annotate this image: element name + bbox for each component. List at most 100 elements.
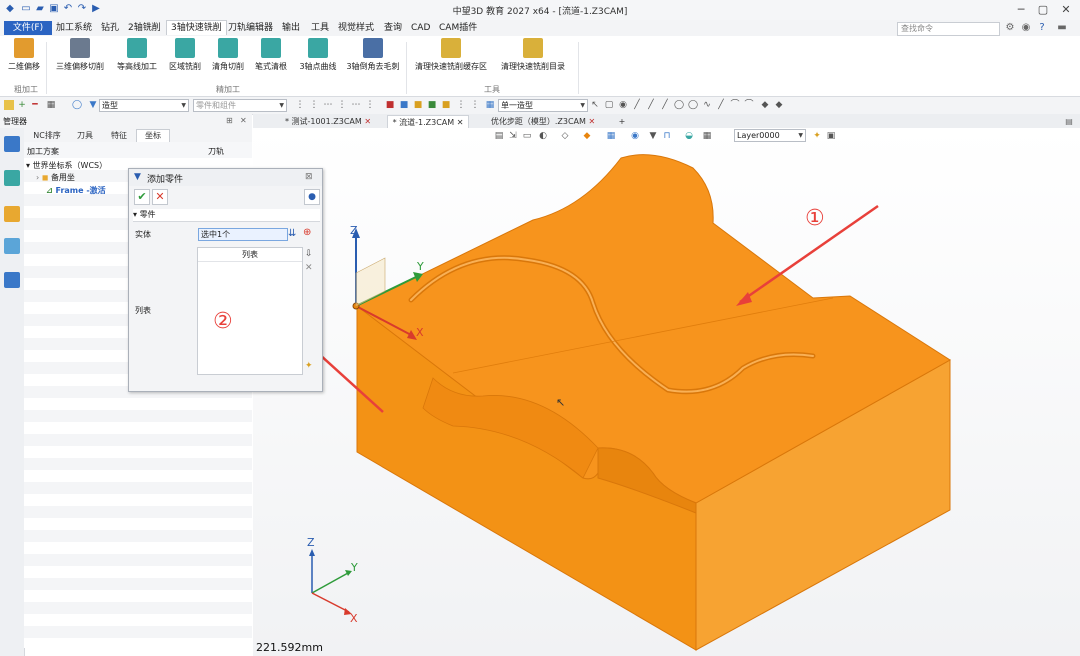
tab-tools[interactable]: 刀具: [70, 130, 100, 142]
snap-icon-12[interactable]: ⋮: [456, 100, 466, 110]
close-panel-icon[interactable]: ✕: [240, 116, 247, 125]
view-icon-3[interactable]: ▭: [522, 131, 532, 141]
ok-button[interactable]: ✔: [134, 189, 150, 205]
funnel-icon[interactable]: ▼: [88, 100, 98, 110]
model-canvas[interactable]: [253, 128, 1080, 656]
ribbon-contour-button[interactable]: 等高线加工: [112, 38, 162, 72]
doc-tab-runner[interactable]: * 流道-1.Z3CAM ✕: [387, 115, 469, 129]
ribbon-corner-clean-button[interactable]: 清角切削: [208, 38, 248, 72]
view-icon-1[interactable]: ▤: [494, 131, 504, 141]
entity-input[interactable]: 选中1个: [198, 228, 288, 241]
frame-icon[interactable]: ▢: [604, 100, 614, 110]
menu-cam-plugin[interactable]: CAM插件: [435, 21, 481, 35]
line-icon[interactable]: ╱: [632, 100, 642, 110]
snap-icon-7[interactable]: ■: [385, 100, 395, 110]
minimize-button[interactable]: ─: [1010, 2, 1032, 18]
circle-icon-2[interactable]: ◯: [688, 100, 698, 110]
ribbon-point-curve-button[interactable]: 3轴点曲线: [294, 38, 342, 72]
tab-coordinates[interactable]: 坐标: [136, 129, 170, 142]
shade-icon[interactable]: ◆: [582, 131, 592, 141]
expand-right-icon[interactable]: ›: [36, 173, 39, 182]
expand-down-icon[interactable]: ▾: [26, 161, 30, 170]
select-icon[interactable]: [4, 100, 14, 110]
grid-icon[interactable]: ▦: [702, 131, 712, 141]
component-combo[interactable]: 零件和组件 ▼: [193, 99, 287, 112]
ribbon-pencil-button[interactable]: 笔式清根: [250, 38, 292, 72]
visibility-icon[interactable]: ◉: [630, 131, 640, 141]
menu-drilling[interactable]: 钻孔: [97, 21, 123, 35]
circle-icon[interactable]: ◯: [674, 100, 684, 110]
ribbon-2d-offset-button[interactable]: 二维偏移: [4, 38, 44, 72]
delete-icon[interactable]: ✕: [305, 263, 313, 273]
snap-icon-4[interactable]: ⋮: [337, 100, 347, 110]
ribbon-deburr-button[interactable]: 3轴倒角去毛刺: [344, 38, 402, 72]
tab-menu-icon[interactable]: ▤: [1061, 115, 1077, 128]
wave-icon[interactable]: ∿: [702, 100, 712, 110]
point-icon[interactable]: ◉: [618, 100, 628, 110]
line-icon-2[interactable]: ╱: [646, 100, 656, 110]
pin-icon[interactable]: ⊞: [226, 116, 233, 125]
cube-view-icon[interactable]: ◇: [560, 131, 570, 141]
help-icon[interactable]: ?: [1036, 22, 1048, 34]
layer-settings-icon[interactable]: ✦: [812, 131, 822, 141]
image-icon[interactable]: [4, 238, 20, 254]
close-button[interactable]: ✕: [1055, 2, 1077, 18]
add-icon[interactable]: +: [17, 100, 27, 110]
ribbon-clear-cache-button[interactable]: 清理快速铣削缓存区: [410, 38, 492, 72]
snap-icon-2[interactable]: ⋮: [309, 100, 319, 110]
arc-icon-2[interactable]: ⌒: [744, 100, 754, 110]
tab-features[interactable]: 特征: [104, 130, 134, 142]
view-icon-2[interactable]: ⇲: [508, 131, 518, 141]
dialog-close-icon[interactable]: ⊠: [305, 172, 313, 182]
menu-cad[interactable]: CAD: [407, 21, 434, 35]
layer-lock-icon[interactable]: ▣: [826, 131, 836, 141]
toolpath-icon[interactable]: [4, 170, 20, 186]
expand-down-icon[interactable]: ⇊: [288, 228, 296, 239]
cancel-button[interactable]: ✕: [152, 189, 168, 205]
dialog-title-bar[interactable]: ▼ 添加零件 ⊠: [129, 169, 322, 186]
minimize-ribbon-icon[interactable]: ▬: [1056, 22, 1068, 34]
arc-icon[interactable]: ⌒: [730, 100, 740, 110]
doc-tab-optimize[interactable]: 优化步距（模型）.Z3CAM ✕: [473, 115, 613, 128]
snap-icon-14[interactable]: ▦: [485, 100, 495, 110]
layer-combo[interactable]: Layer0000 ▼: [734, 129, 806, 142]
pick-icon[interactable]: ⊕: [303, 227, 311, 238]
menu-2axis[interactable]: 2轴铣削: [124, 21, 165, 35]
view-icon-4[interactable]: ◐: [538, 131, 548, 141]
section-icon[interactable]: ⊓: [662, 131, 672, 141]
tree-root[interactable]: ▾ 世界坐标系（WCS）: [26, 160, 107, 171]
menu-query[interactable]: 查询: [380, 21, 406, 35]
options-icon[interactable]: ◉: [1020, 22, 1032, 34]
snap-icon-3[interactable]: ⋯: [323, 100, 333, 110]
orange-part-model[interactable]: [356, 154, 951, 651]
display-icon[interactable]: ▦: [606, 131, 616, 141]
list-settings-icon[interactable]: ✦: [305, 361, 313, 371]
menu-output[interactable]: 输出: [278, 21, 304, 35]
menu-file[interactable]: 文件(F): [4, 21, 52, 35]
new-tab-icon[interactable]: +: [615, 115, 629, 128]
snap-icon-6[interactable]: ⋮: [365, 100, 375, 110]
snap-icon-5[interactable]: ⋯: [351, 100, 361, 110]
menu-visual-style[interactable]: 视觉样式: [334, 21, 378, 35]
menu-toolpath-editor[interactable]: 刀轨编辑器: [224, 21, 277, 35]
pointer-icon[interactable]: ↖: [590, 100, 600, 110]
settings-icon[interactable]: ⚙: [1004, 22, 1016, 34]
import-icon[interactable]: ⇩: [305, 249, 313, 259]
snap-icon-13[interactable]: ⋮: [470, 100, 480, 110]
close-tab-icon[interactable]: ✕: [364, 117, 371, 126]
add-part-dialog[interactable]: ▼ 添加零件 ⊠ ✔ ✕ ● ▾ 零件 实体 选中1个 ⇊ ⊕ 列表 列表 ⇩ …: [128, 168, 323, 392]
close-tab-icon[interactable]: ✕: [588, 117, 595, 126]
filter-combo[interactable]: 造型 ▼: [99, 99, 189, 112]
cube-icon[interactable]: [4, 206, 20, 222]
shape-icon[interactable]: ◆: [760, 100, 770, 110]
circle-select-icon[interactable]: ◯: [72, 100, 82, 110]
line-icon-3[interactable]: ╱: [660, 100, 670, 110]
ribbon-clear-directory-button[interactable]: 清理快速铣削目录: [494, 38, 572, 72]
snap-icon-1[interactable]: ⋮: [295, 100, 305, 110]
selection-combo[interactable]: 单一造型 ▼: [498, 99, 588, 112]
dialog-help-icon[interactable]: ●: [304, 189, 320, 205]
menu-3axis-fast[interactable]: 3轴快速铣削: [166, 20, 227, 35]
snap-icon-9[interactable]: ■: [413, 100, 423, 110]
ribbon-area-milling-button[interactable]: 区域铣削: [164, 38, 206, 72]
collapse-icon[interactable]: ▾: [133, 210, 137, 219]
